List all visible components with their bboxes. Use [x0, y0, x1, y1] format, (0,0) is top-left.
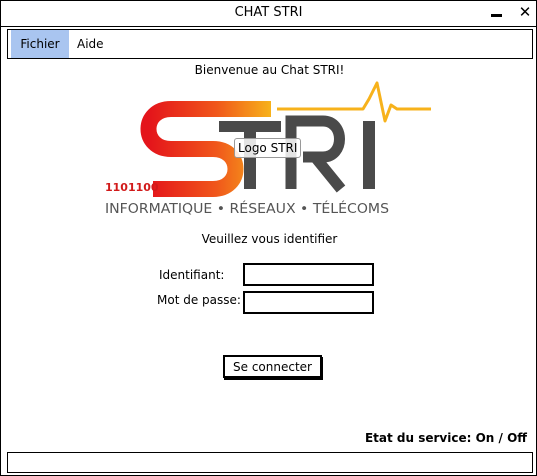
- identifiant-label: Identifiant:: [159, 268, 225, 282]
- logo-alt-label: Logo STRI: [234, 138, 302, 158]
- logo-i-stem: [363, 121, 375, 189]
- service-status: Etat du service: On / Off: [364, 431, 527, 445]
- connect-button[interactable]: Se connecter: [223, 355, 322, 378]
- menu-item-aide[interactable]: Aide: [69, 30, 112, 58]
- logo-pulse-line: [277, 81, 431, 123]
- logo-tagline: INFORMATIQUE • RÉSEAUX • TÉLÉCOMS: [105, 201, 389, 217]
- menu-item-fichier[interactable]: Fichier: [11, 30, 69, 58]
- window-title: CHAT STRI: [234, 5, 303, 20]
- login-prompt: Veuillez vous identifier: [201, 232, 338, 246]
- menu-bar: Fichier Aide: [7, 29, 533, 59]
- minimize-button[interactable]: [488, 3, 506, 21]
- close-button[interactable]: ✕: [516, 3, 534, 21]
- identifiant-input[interactable]: [243, 263, 374, 286]
- password-input[interactable]: [243, 291, 374, 314]
- welcome-message: Bienvenue au Chat STRI!: [194, 63, 345, 77]
- app-window: CHAT STRI ✕ Fichier Aide Bienvenue au Ch…: [0, 0, 537, 476]
- logo-binary: 1101100: [105, 181, 159, 194]
- status-bar: [7, 452, 533, 473]
- password-label: Mot de passe:: [157, 293, 241, 307]
- title-bar: CHAT STRI ✕: [1, 1, 536, 27]
